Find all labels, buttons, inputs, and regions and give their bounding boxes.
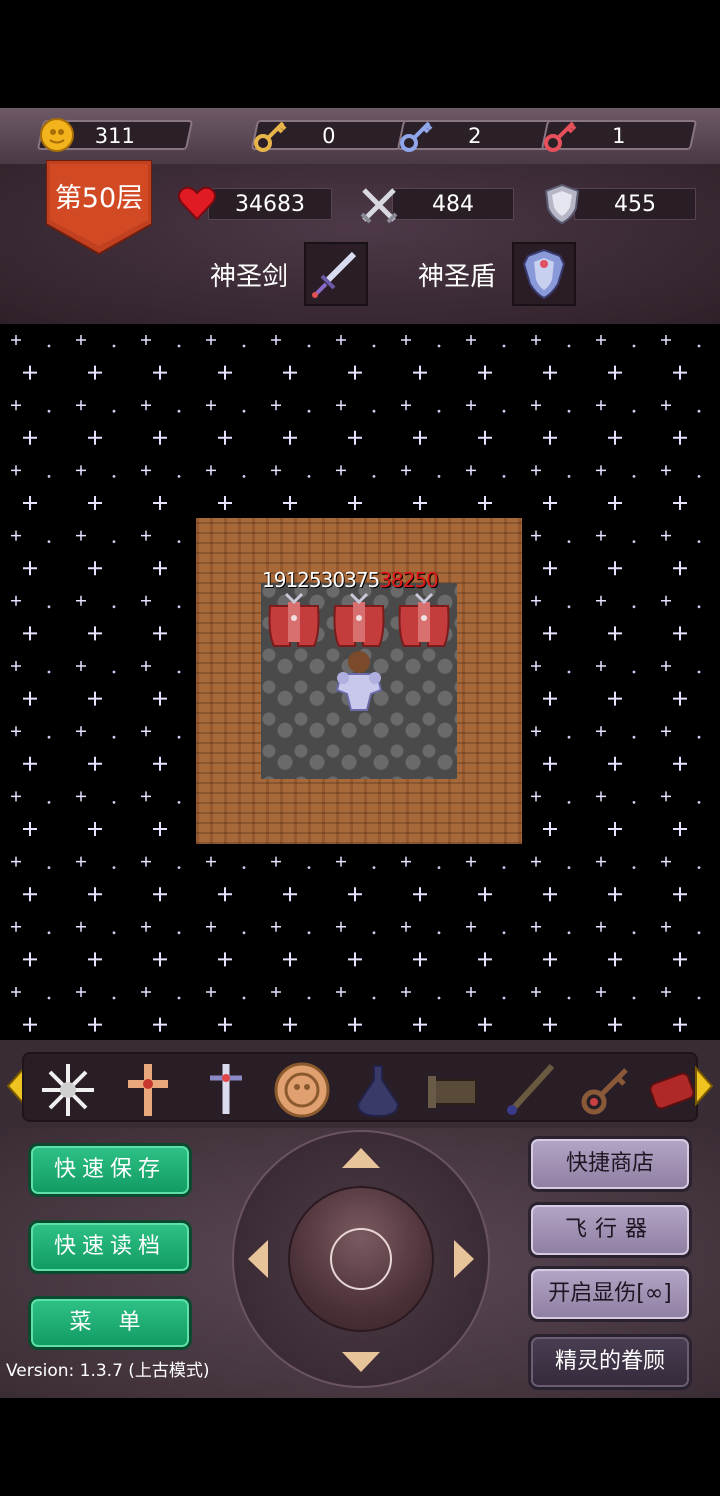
damage-number: 5303 bbox=[308, 568, 357, 592]
magic-key-icon[interactable] bbox=[576, 1060, 636, 1120]
floor-label: 第50层 bbox=[54, 183, 144, 214]
attack-stat: 484 bbox=[392, 188, 514, 220]
weapon-slot[interactable] bbox=[304, 242, 368, 306]
damage-number: 75 bbox=[355, 568, 380, 592]
down-arrow-icon[interactable] bbox=[340, 1350, 382, 1374]
quick-shop-button[interactable]: 快捷商店 bbox=[528, 1136, 692, 1192]
left-arrow-icon[interactable] bbox=[246, 1238, 270, 1280]
defense-value: 455 bbox=[614, 192, 656, 217]
red-key-value: 1 bbox=[612, 124, 626, 148]
bomb-flask-icon[interactable] bbox=[348, 1060, 408, 1120]
flyer-button[interactable]: 飞行器 bbox=[528, 1202, 692, 1258]
blue-key-value: 2 bbox=[468, 124, 482, 148]
red-key-counter: 1 bbox=[540, 120, 698, 152]
crossed-swords-icon bbox=[360, 188, 398, 224]
menu-button[interactable]: 菜 单 bbox=[28, 1296, 192, 1350]
tool-tray bbox=[22, 1052, 698, 1122]
damage-number: 1912 bbox=[262, 568, 310, 592]
sword-emblem-icon[interactable] bbox=[196, 1060, 256, 1120]
scroll-right-arrow-icon[interactable] bbox=[692, 1066, 716, 1106]
hp-value: 34683 bbox=[235, 192, 305, 217]
hero-player bbox=[335, 651, 383, 711]
quick-load-button[interactable]: 快速读档 bbox=[28, 1220, 192, 1274]
shield-name: 神圣盾 bbox=[418, 262, 497, 292]
shield-slot[interactable] bbox=[512, 242, 576, 306]
defense-stat: 455 bbox=[574, 188, 696, 220]
flying-wand-icon[interactable] bbox=[502, 1060, 562, 1120]
red-knight-monster[interactable] bbox=[327, 588, 391, 652]
game-map[interactable]: 191253037538250 bbox=[0, 324, 720, 1040]
gold-counter: 311 bbox=[36, 118, 194, 152]
floor-banner: 第50层 bbox=[46, 160, 152, 256]
shield-icon bbox=[544, 183, 580, 225]
quick-save-button[interactable]: 快速保存 bbox=[28, 1143, 192, 1197]
right-arrow-icon[interactable] bbox=[452, 1238, 476, 1280]
weapon-name: 神圣剑 bbox=[210, 262, 289, 292]
resource-bar: 311 0 2 1 bbox=[0, 108, 720, 164]
blue-key-counter: 2 bbox=[396, 120, 554, 152]
attack-value: 484 bbox=[432, 192, 474, 217]
gold-value: 311 bbox=[94, 124, 135, 148]
monkey-coin-icon[interactable] bbox=[272, 1060, 332, 1120]
scroll-icon[interactable] bbox=[424, 1060, 484, 1120]
damage-labels: 191253037538250 bbox=[262, 568, 439, 592]
yellow-key-counter: 0 bbox=[250, 120, 408, 152]
holy-shield-icon bbox=[522, 248, 566, 300]
damage-number-critical: 38250 bbox=[379, 568, 439, 592]
hp-stat: 34683 bbox=[208, 188, 332, 220]
fairy-blessing-button[interactable]: 精灵的眷顾 bbox=[528, 1334, 692, 1390]
up-arrow-icon[interactable] bbox=[340, 1146, 382, 1170]
red-knight-monster[interactable] bbox=[392, 588, 456, 652]
version-label: Version: 1.3.7 (上古模式) bbox=[6, 1361, 210, 1381]
holy-cross-icon[interactable] bbox=[118, 1060, 178, 1120]
heart-icon bbox=[177, 186, 217, 221]
show-damage-button[interactable]: 开启显伤[∞] bbox=[528, 1266, 692, 1322]
snowflake-cross-icon[interactable] bbox=[38, 1060, 98, 1120]
red-knight-monster[interactable] bbox=[262, 588, 326, 652]
stone-room bbox=[196, 518, 522, 844]
yellow-key-value: 0 bbox=[322, 124, 336, 148]
holy-sword-icon bbox=[312, 251, 357, 298]
dpad-center[interactable] bbox=[330, 1228, 392, 1290]
dynamite-icon[interactable] bbox=[644, 1060, 694, 1120]
tool-bar bbox=[0, 1040, 720, 1128]
